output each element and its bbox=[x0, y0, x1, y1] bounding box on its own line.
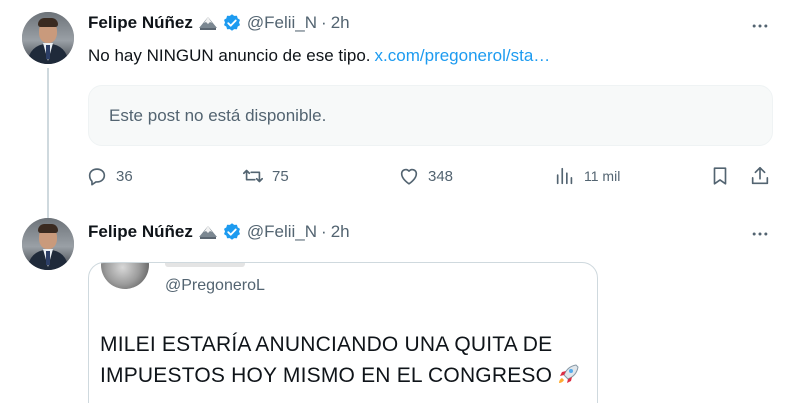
unavailable-text: Este post no está disponible. bbox=[109, 106, 327, 125]
verified-badge-icon[interactable] bbox=[222, 13, 242, 33]
views-icon bbox=[556, 167, 573, 185]
bookmark-icon bbox=[713, 167, 727, 185]
quoted-avatar[interactable] bbox=[101, 263, 149, 289]
views-count: 11 mil bbox=[584, 168, 621, 184]
eagle-emoji-icon bbox=[198, 223, 218, 241]
unavailable-post-card: Este post no está disponible. bbox=[88, 85, 773, 146]
repost-count: 75 bbox=[272, 167, 289, 185]
post-text: No hay NINGUN anuncio de ese tipo. x.com/… bbox=[88, 46, 550, 66]
post-header: Felipe Núñez @Felii_N · 2h bbox=[88, 222, 350, 242]
quoted-text-line-2-body: IMPUESTOS HOY MISMO EN EL CONGRESO bbox=[100, 364, 553, 387]
share-icon bbox=[751, 166, 769, 185]
post-link[interactable]: x.com/pregonerol/sta… bbox=[375, 46, 551, 65]
author-handle[interactable]: @Felii_N bbox=[247, 222, 317, 242]
avatar[interactable] bbox=[22, 12, 74, 64]
repost-icon bbox=[243, 169, 263, 183]
reply-button[interactable]: 36 bbox=[86, 160, 133, 192]
post-header: Felipe Núñez @Felii_N · 2h bbox=[88, 13, 350, 33]
eagle-emoji-icon bbox=[198, 14, 218, 32]
reply-count: 36 bbox=[116, 167, 133, 185]
separator-dot: · bbox=[321, 13, 327, 32]
views-button[interactable]: 11 mil bbox=[554, 160, 620, 192]
author-name[interactable]: Felipe Núñez bbox=[88, 222, 193, 242]
more-icon[interactable] bbox=[748, 14, 772, 38]
post-text-body: No hay NINGUN anuncio de ese tipo. bbox=[88, 46, 371, 65]
separator-dot: · bbox=[321, 222, 327, 241]
post-time[interactable]: 2h bbox=[331, 13, 350, 33]
bookmark-button[interactable] bbox=[709, 160, 731, 192]
rocket-emoji-icon bbox=[556, 363, 580, 385]
post-actions: 36 75 348 11 mil bbox=[86, 160, 776, 192]
heart-icon bbox=[400, 168, 418, 185]
quoted-handle[interactable]: @PregoneroL bbox=[165, 277, 265, 295]
more-icon[interactable] bbox=[748, 222, 772, 246]
author-name[interactable]: Felipe Núñez bbox=[88, 13, 193, 33]
quoted-text-line-1: MILEI ESTARÍA ANUNCIANDO UNA QUITA DE bbox=[100, 333, 553, 356]
author-handle[interactable]: @Felii_N bbox=[247, 13, 317, 33]
quoted-post-card[interactable]: @PregoneroL MILEI ESTARÍA ANUNCIANDO UNA… bbox=[88, 262, 598, 403]
like-count: 348 bbox=[428, 167, 454, 185]
share-button[interactable] bbox=[749, 160, 771, 192]
thread-connector-line bbox=[47, 68, 49, 218]
post-time[interactable]: 2h bbox=[331, 222, 350, 242]
quoted-name-cropped bbox=[165, 263, 245, 267]
quoted-text-line-2: IMPUESTOS HOY MISMO EN EL CONGRESO bbox=[100, 360, 580, 391]
like-button[interactable]: 348 bbox=[398, 160, 453, 192]
repost-button[interactable]: 75 bbox=[242, 160, 289, 192]
quoted-text: MILEI ESTARÍA ANUNCIANDO UNA QUITA DE IM… bbox=[100, 329, 580, 391]
reply-icon bbox=[88, 168, 106, 186]
verified-badge-icon[interactable] bbox=[222, 222, 242, 242]
avatar[interactable] bbox=[22, 218, 74, 270]
